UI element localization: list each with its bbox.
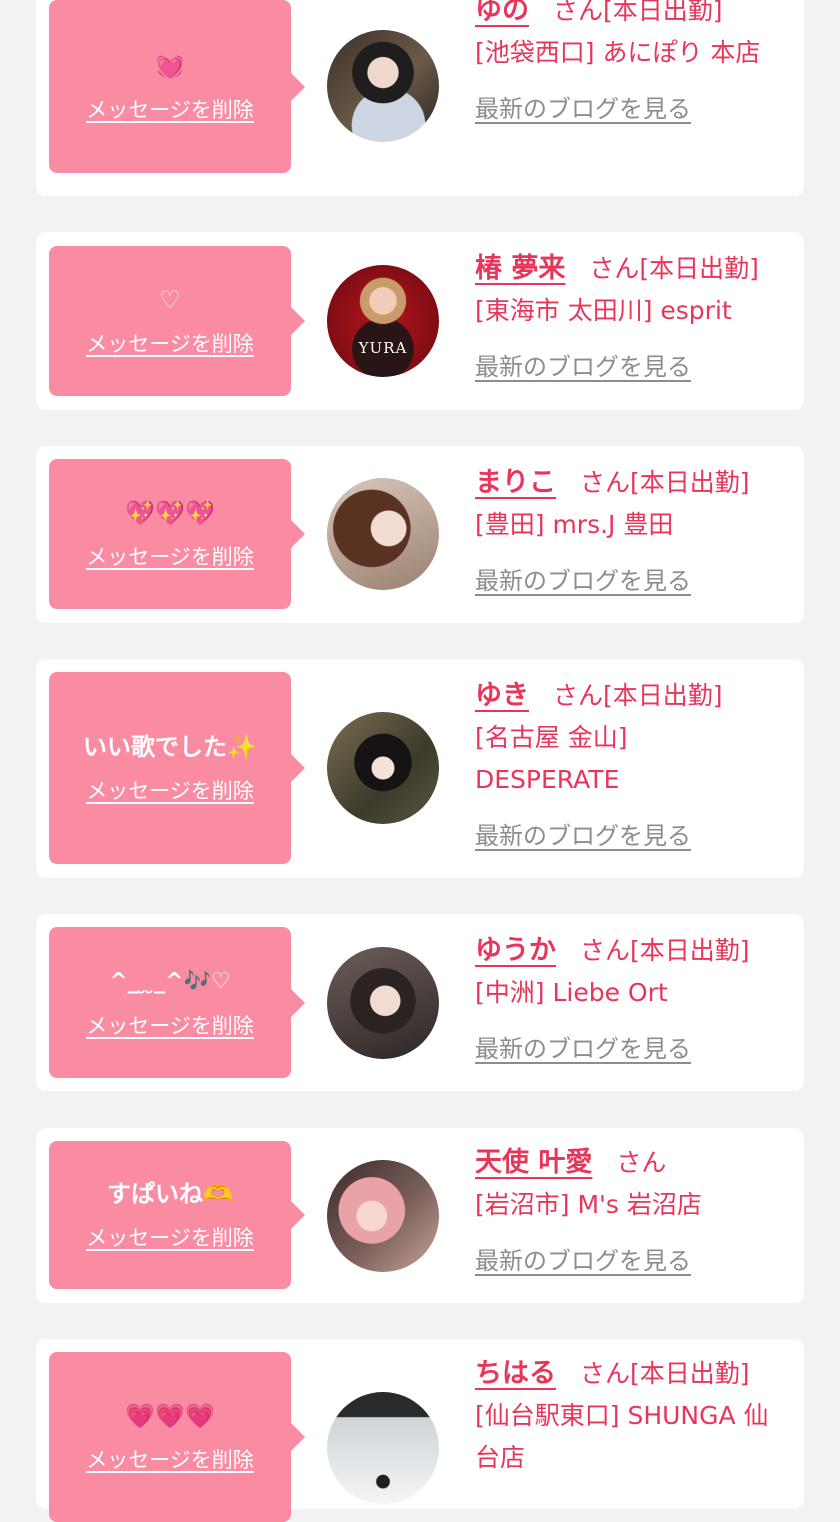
- view-blog-link[interactable]: 最新のブログを見る: [475, 560, 791, 602]
- status-badge: [本日出勤]: [630, 468, 750, 497]
- status-badge: [本日出勤]: [630, 936, 750, 965]
- cast-name-link[interactable]: 椿 夢来: [475, 253, 565, 284]
- message-text: いい歌でした✨: [83, 733, 257, 761]
- shop-name: [仙台駅東口] SHUNGA 仙台店: [475, 1401, 769, 1472]
- avatar[interactable]: [327, 478, 439, 590]
- status-badge: [本日出勤]: [639, 254, 759, 283]
- delete-message-link[interactable]: メッセージを削除: [86, 1222, 254, 1252]
- cast-name-link[interactable]: ゆの: [475, 0, 529, 26]
- cast-name-link[interactable]: ちはる: [475, 1358, 556, 1389]
- delete-message-link[interactable]: メッセージを削除: [86, 94, 254, 124]
- cast-name-link[interactable]: まりこ: [475, 467, 556, 498]
- delete-message-link[interactable]: メッセージを削除: [86, 328, 254, 358]
- view-blog-link[interactable]: 最新のブログを見る: [475, 1240, 791, 1282]
- status-badge: [本日出勤]: [630, 1359, 750, 1388]
- avatar[interactable]: [327, 1160, 439, 1272]
- view-blog-link[interactable]: 最新のブログを見る: [475, 815, 795, 857]
- status-badge: [本日出勤]: [603, 0, 723, 25]
- cast-name-link[interactable]: ゆき: [475, 680, 529, 711]
- message-text: 💗💗💗: [125, 1402, 215, 1430]
- delete-message-link[interactable]: メッセージを削除: [86, 1444, 254, 1474]
- delete-message-link[interactable]: メッセージを削除: [86, 1010, 254, 1040]
- shop-name: [豊田] mrs.J 豊田: [475, 510, 674, 539]
- honorific: さん: [580, 936, 631, 965]
- message-card: 💓 メッセージを削除 ゆの さん[本日出勤] [池袋西口] あにぽり 本店 最新の…: [36, 0, 804, 196]
- view-blog-link[interactable]: 最新のブログを見る: [475, 1028, 791, 1070]
- honorific: さん: [616, 1148, 667, 1177]
- message-bubble: いい歌でした✨ メッセージを削除: [49, 672, 305, 864]
- message-bubble: ♡ メッセージを削除: [49, 246, 305, 396]
- delete-message-link[interactable]: メッセージを削除: [86, 541, 254, 571]
- avatar[interactable]: [327, 947, 439, 1059]
- cast-info: 天使 叶愛 さん [岩沼市] M's 岩沼店 最新のブログを見る: [475, 1142, 791, 1282]
- cast-info: 椿 夢来 さん[本日出勤] [東海市 太田川] esprit 最新のブログを見る: [475, 248, 791, 388]
- message-text: ^_ ̮ ̮_^🎶♡: [109, 968, 231, 994]
- message-text: ♡: [159, 286, 181, 314]
- shop-name: [中洲] Liebe Ort: [475, 978, 668, 1007]
- status-badge: [本日出勤]: [603, 681, 723, 710]
- shop-name: [岩沼市] M's 岩沼店: [475, 1190, 702, 1219]
- shop-name: [東海市 太田川] esprit: [475, 296, 732, 325]
- avatar[interactable]: YURA: [327, 265, 439, 377]
- honorific: さん: [589, 254, 640, 283]
- delete-message-link[interactable]: メッセージを削除: [86, 775, 254, 805]
- message-card: 💗💗💗 メッセージを削除 ちはる さん[本日出勤] [仙台駅東口] SHUNGA …: [36, 1339, 804, 1522]
- shop-name: [名古屋 金山] DESPERATE: [475, 723, 628, 794]
- message-bubble: 💗💗💗 メッセージを削除: [49, 1352, 305, 1522]
- cast-name-link[interactable]: ゆうか: [475, 935, 556, 966]
- avatar[interactable]: [327, 30, 439, 142]
- cast-info: ゆき さん[本日出勤] [名古屋 金山] DESPERATE 最新のブログを見る: [475, 675, 723, 857]
- message-card: ^_ ̮ ̮_^🎶♡ メッセージを削除 ゆうか さん[本日出勤] [中洲] Lie…: [36, 914, 804, 1091]
- message-bubble: 💖💖💖 メッセージを削除: [49, 459, 305, 609]
- cast-name-link[interactable]: 天使 叶愛: [475, 1147, 592, 1178]
- cast-info: まりこ さん[本日出勤] [豊田] mrs.J 豊田 最新のブログを見る: [475, 462, 791, 602]
- shop-name: [池袋西口] あにぽり 本店: [475, 38, 761, 67]
- message-bubble: 💓 メッセージを削除: [49, 0, 305, 173]
- honorific: さん: [580, 468, 631, 497]
- avatar[interactable]: [327, 1392, 439, 1504]
- view-blog-link[interactable]: 最新のブログを見る: [475, 346, 791, 388]
- cast-info: ゆうか さん[本日出勤] [中洲] Liebe Ort 最新のブログを見る: [475, 930, 791, 1070]
- message-text: 💓: [155, 51, 185, 80]
- message-bubble: すぱいね🫶 メッセージを削除: [49, 1141, 305, 1289]
- message-card: ♡ メッセージを削除 YURA 椿 夢来 さん[本日出勤] [東海市 太田川] e…: [36, 232, 804, 410]
- avatar-caption: YURA: [358, 339, 408, 357]
- cast-info: ちはる さん[本日出勤] [仙台駅東口] SHUNGA 仙台店: [475, 1353, 791, 1479]
- message-card: すぱいね🫶 メッセージを削除 天使 叶愛 さん [岩沼市] M's 岩沼店 最新の…: [36, 1128, 804, 1303]
- honorific: さん: [580, 1359, 631, 1388]
- cast-info: ゆの さん[本日出勤] [池袋西口] あにぽり 本店 最新のブログを見る: [475, 0, 791, 130]
- message-text: すぱいね🫶: [107, 1180, 233, 1208]
- view-blog-link[interactable]: 最新のブログを見る: [475, 88, 791, 130]
- message-text: 💖💖💖: [125, 499, 215, 527]
- avatar[interactable]: [327, 712, 439, 824]
- message-bubble: ^_ ̮ ̮_^🎶♡ メッセージを削除: [49, 927, 305, 1078]
- message-card: 💖💖💖 メッセージを削除 まりこ さん[本日出勤] [豊田] mrs.J 豊田 最…: [36, 446, 804, 623]
- honorific: さん: [553, 681, 604, 710]
- honorific: さん: [553, 0, 604, 25]
- message-card: いい歌でした✨ メッセージを削除 ゆき さん[本日出勤] [名古屋 金山] DES…: [36, 659, 804, 878]
